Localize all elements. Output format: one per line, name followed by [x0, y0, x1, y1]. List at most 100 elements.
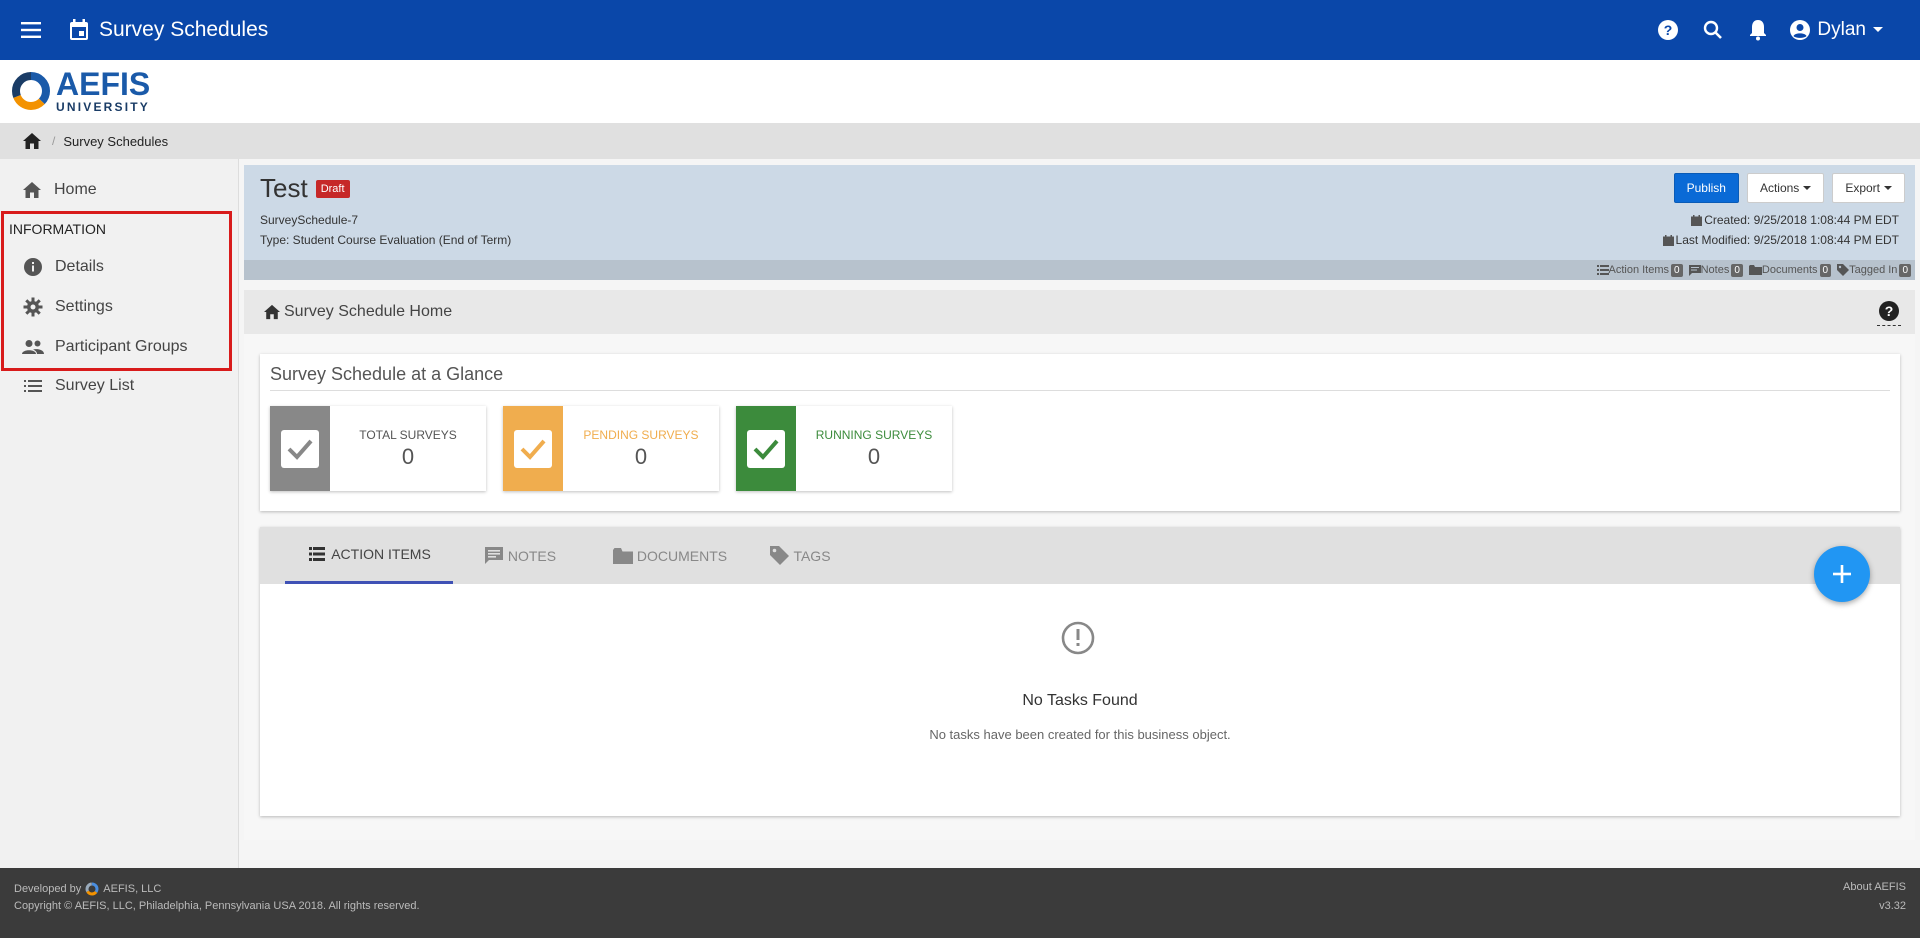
- version-text: v3.32: [1879, 900, 1906, 912]
- caret-down-icon: [1873, 27, 1883, 32]
- sidebar-item-survey-list[interactable]: Survey List: [1, 367, 226, 405]
- bell-icon[interactable]: [1743, 15, 1773, 45]
- gear-icon: [21, 295, 45, 319]
- counter-notes[interactable]: Notes 0: [1688, 263, 1743, 277]
- section-title: Survey Schedule Home: [284, 303, 453, 320]
- counter-label: Tagged In: [1849, 264, 1898, 276]
- folder-small-icon: [1748, 265, 1762, 275]
- folder-icon: [612, 546, 633, 566]
- stat-label: PENDING SURVEYS: [583, 427, 699, 442]
- glance-card: Survey Schedule at a Glance TOTAL SURVEY…: [260, 354, 1900, 511]
- publish-button[interactable]: Publish: [1673, 173, 1739, 203]
- stat-icon-box: [503, 406, 563, 491]
- tab-label: NOTES: [507, 547, 557, 564]
- counter-badge: 0: [1819, 263, 1832, 277]
- actions-dropdown[interactable]: Actions: [1746, 173, 1825, 203]
- tag-small-icon: [1837, 264, 1850, 276]
- counter-label: Documents: [1761, 264, 1818, 276]
- search-icon[interactable]: [1698, 15, 1728, 45]
- calendar-small-icon: [1691, 214, 1703, 226]
- list-icon: [21, 374, 45, 398]
- record-header: Test Draft SurveySchedule-7 Type: Studen…: [244, 165, 1915, 280]
- tab-tags[interactable]: TAGS: [750, 527, 850, 584]
- top-app-bar: Survey Schedules ? Dylan: [0, 0, 1920, 60]
- tab-notes[interactable]: NOTES: [465, 527, 575, 584]
- sidebar-item-label: Participant Groups: [55, 338, 188, 355]
- plus-icon: [1833, 565, 1851, 583]
- record-title: Test: [260, 173, 308, 203]
- home-icon: [262, 302, 282, 322]
- sidebar-item-participant-groups[interactable]: Participant Groups: [4, 328, 229, 366]
- counter-badge: 0: [1899, 263, 1911, 277]
- hamburger-menu-icon[interactable]: [17, 15, 47, 45]
- counter-tagged-in[interactable]: Tagged In 0: [1837, 263, 1911, 277]
- caret-down-icon: [1884, 186, 1892, 190]
- sidebar-section-title: INFORMATION: [9, 221, 106, 237]
- aefis-logo[interactable]: AEFIS UNIVERSITY: [10, 68, 150, 113]
- glance-title: Survey Schedule at a Glance: [270, 364, 504, 384]
- logo-main-text: AEFIS: [56, 66, 151, 102]
- list-small-icon: [1596, 265, 1609, 275]
- checkbox-icon: [281, 429, 319, 468]
- info-icon: [21, 255, 45, 279]
- sidebar-item-label: Home: [54, 181, 97, 198]
- note-icon: [484, 546, 504, 566]
- app-title: Survey Schedules: [99, 18, 269, 41]
- list-icon: [307, 544, 327, 564]
- question-circle-icon[interactable]: ?: [1877, 300, 1901, 326]
- export-dropdown[interactable]: Export: [1832, 173, 1905, 203]
- logo-text: AEFIS UNIVERSITY: [56, 68, 150, 113]
- record-type: Type: Student Course Evaluation (End of …: [260, 233, 512, 247]
- record-title-row: Test Draft: [260, 173, 350, 204]
- user-name: Dylan: [1817, 19, 1866, 40]
- sidebar-item-details[interactable]: Details: [4, 248, 229, 286]
- divider: [270, 390, 1890, 391]
- checkbox-icon: [747, 429, 785, 468]
- status-badge: Draft: [315, 179, 350, 198]
- caret-down-icon: [1803, 186, 1812, 190]
- stat-label: RUNNING SURVEYS: [815, 427, 933, 442]
- modified-date-text: Last Modified: 9/25/2018 1:08:44 PM EDT: [1675, 233, 1899, 247]
- tag-icon: [769, 546, 789, 566]
- sidebar-item-home[interactable]: Home: [0, 171, 239, 209]
- topbar-actions: ? Dylan: [1638, 0, 1884, 60]
- add-button[interactable]: [1814, 546, 1870, 602]
- about-link[interactable]: About AEFIS: [1843, 881, 1906, 893]
- empty-state-description: No tasks have been created for this busi…: [929, 727, 1231, 742]
- help-icon[interactable]: ?: [1653, 15, 1683, 45]
- breadcrumb-current: Survey Schedules: [63, 133, 169, 149]
- counter-badge: 0: [1731, 263, 1743, 277]
- stat-pending-surveys[interactable]: PENDING SURVEYS 0: [503, 406, 719, 491]
- sidebar-section-information: INFORMATION Details Settings Participant…: [1, 211, 232, 371]
- stat-body: TOTAL SURVEYS 0: [330, 406, 486, 491]
- empty-state-title: No Tasks Found: [1022, 692, 1138, 709]
- counter-documents[interactable]: Documents 0: [1748, 263, 1832, 277]
- stat-value: 0: [867, 443, 881, 469]
- tab-action-items[interactable]: ACTION ITEMS: [285, 527, 453, 584]
- sidebar-item-label: Settings: [55, 298, 113, 315]
- breadcrumb-home-icon[interactable]: [20, 129, 44, 153]
- checkbox-icon: [514, 429, 552, 468]
- stat-icon-box: [270, 406, 330, 491]
- counter-action-items[interactable]: Action Items 0: [1596, 263, 1683, 277]
- stat-total-surveys[interactable]: TOTAL SURVEYS 0: [270, 406, 486, 491]
- tab-label: DOCUMENTS: [636, 547, 728, 564]
- calendar-small-icon: [1662, 234, 1674, 246]
- stat-body: RUNNING SURVEYS 0: [796, 406, 952, 491]
- actions-label: Actions: [1759, 181, 1800, 195]
- aefis-ring-icon: [12, 71, 50, 110]
- note-small-icon: [1688, 264, 1701, 276]
- stat-value: 0: [634, 443, 648, 469]
- sidebar: Home INFORMATION Details Settings Partic…: [0, 159, 239, 868]
- modified-date: Last Modified: 9/25/2018 1:08:44 PM EDT: [1662, 233, 1899, 247]
- created-date-text: Created: 9/25/2018 1:08:44 PM EDT: [1704, 213, 1899, 227]
- sidebar-item-settings[interactable]: Settings: [4, 288, 229, 326]
- stat-body: PENDING SURVEYS 0: [563, 406, 719, 491]
- user-menu[interactable]: Dylan: [1789, 19, 1884, 41]
- tabs-bar: ACTION ITEMS NOTES DOCUMENTS TAGS: [260, 527, 1900, 584]
- tab-documents[interactable]: DOCUMENTS: [590, 527, 750, 584]
- sidebar-item-label: Details: [55, 258, 104, 275]
- stat-running-surveys[interactable]: RUNNING SURVEYS 0: [736, 406, 952, 491]
- counter-label: Notes: [1700, 264, 1730, 276]
- footer-company[interactable]: AEFIS, LLC: [103, 883, 161, 895]
